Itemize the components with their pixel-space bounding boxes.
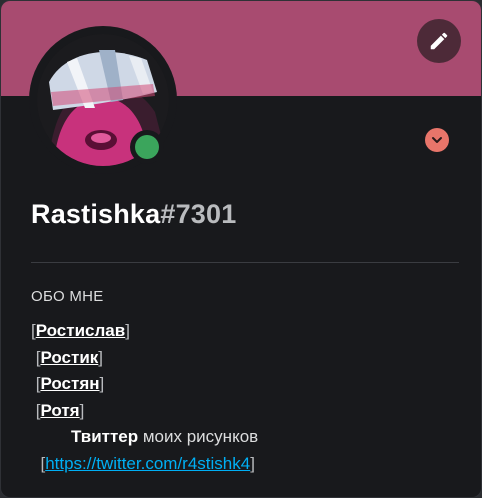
- username-discriminator: #7301: [160, 199, 237, 229]
- twitter-link[interactable]: https://twitter.com/r4stishk4: [45, 454, 250, 473]
- expand-button[interactable]: [425, 128, 449, 152]
- about-me-title: ОБО МНЕ: [31, 288, 104, 305]
- twitter-label: Твиттер: [71, 427, 139, 446]
- nickname: Ростислав: [35, 321, 126, 340]
- chevron-down-icon: [432, 137, 442, 143]
- about-me-text: [Ростислав] [Ростик] [Ростян] [Ротя] Тви…: [31, 318, 461, 477]
- pencil-icon: [430, 32, 448, 50]
- nickname: Ростик: [40, 347, 99, 367]
- about-line: [https://twitter.com/r4stishk4]: [40, 453, 255, 473]
- username: Rastishka#7301: [31, 199, 236, 230]
- divider: [31, 262, 459, 263]
- edit-profile-button[interactable]: [417, 19, 461, 63]
- about-line: Твиттер моих рисунков: [31, 424, 461, 451]
- profile-card: Rastishka#7301 ОБО МНЕ [Ростислав] [Рост…: [0, 0, 482, 498]
- about-line: [Ротя]: [35, 400, 85, 420]
- about-line: [Ростислав]: [31, 321, 130, 340]
- about-line: [Ростян]: [35, 374, 105, 393]
- username-name: Rastishka: [31, 199, 161, 229]
- about-line: [Ростик]: [35, 347, 104, 367]
- twitter-text: моих рисунков: [138, 427, 259, 446]
- nickname: Ротя: [40, 400, 80, 420]
- nickname: Ростян: [40, 374, 100, 393]
- status-online-indicator: [135, 135, 159, 159]
